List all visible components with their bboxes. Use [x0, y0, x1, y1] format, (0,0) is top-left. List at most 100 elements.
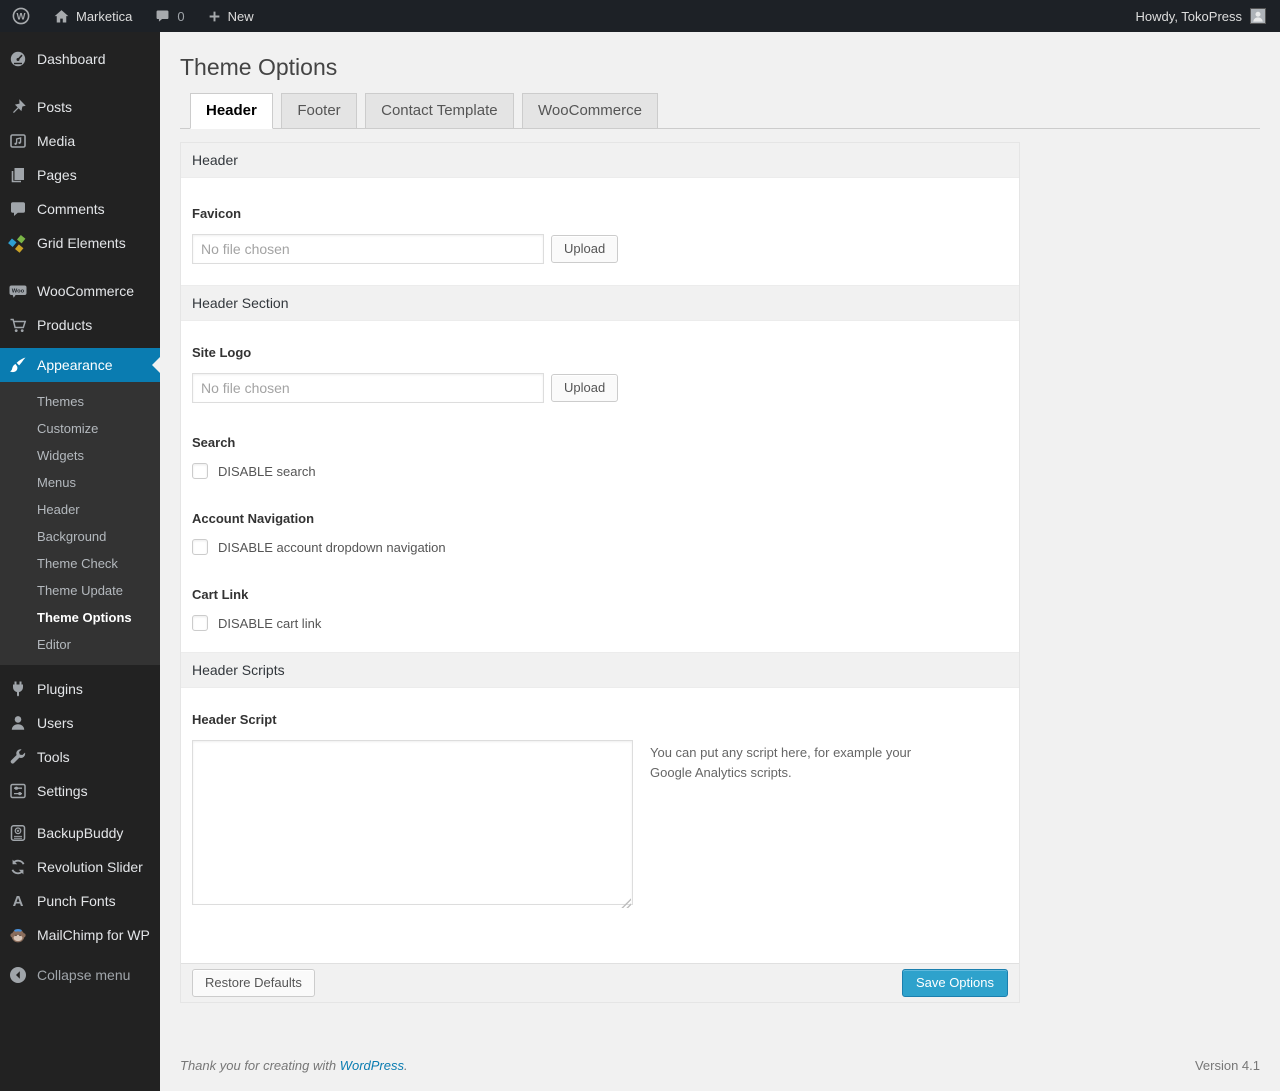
search-label: Search: [192, 435, 236, 450]
howdy-text: Howdy, TokoPress: [1135, 8, 1242, 24]
collapse-arrow-icon: [8, 965, 28, 985]
svg-text:Woo: Woo: [12, 289, 25, 295]
sidebar-item-label: Pages: [37, 167, 77, 183]
site-logo-label: Site Logo: [192, 345, 252, 360]
sidebar-item-products[interactable]: Products: [0, 308, 160, 342]
sidebar-item-tools[interactable]: Tools: [0, 740, 160, 774]
sidebar-item-revolution-slider[interactable]: Revolution Slider: [0, 850, 160, 884]
main-content: Theme Options Header Footer Contact Temp…: [160, 0, 1280, 1003]
sidebar-item-label: Plugins: [37, 681, 83, 697]
sidebar-item-punch-fonts[interactable]: A Punch Fonts: [0, 884, 160, 918]
site-name-link[interactable]: Marketica: [42, 0, 143, 32]
sidebar-item-backupbuddy[interactable]: BackupBuddy: [0, 816, 160, 850]
media-icon: [8, 131, 28, 151]
sidebar-item-label: Tools: [37, 749, 70, 765]
sidebar-item-comments[interactable]: Comments: [0, 192, 160, 226]
submenu-item-background[interactable]: Background: [0, 523, 160, 550]
theme-options-panel: Header Favicon Upload Header Section Sit…: [180, 142, 1020, 1003]
my-account-menu[interactable]: Howdy, TokoPress: [1122, 0, 1280, 32]
sidebar-item-appearance[interactable]: Appearance: [0, 348, 160, 382]
new-content-menu[interactable]: New: [196, 0, 265, 32]
submenu-item-themes[interactable]: Themes: [0, 388, 160, 415]
search-field: Search DISABLE search: [192, 435, 1008, 479]
tab-bar: Header Footer Contact Template WooCommer…: [180, 93, 1260, 129]
sidebar-item-label: BackupBuddy: [37, 825, 124, 841]
submenu-item-header[interactable]: Header: [0, 496, 160, 523]
submenu-item-widgets[interactable]: Widgets: [0, 442, 160, 469]
comments-shortcut[interactable]: 0: [143, 0, 195, 32]
save-options-button[interactable]: Save Options: [901, 969, 1008, 997]
sidebar-item-mailchimp[interactable]: MailChimp for WP: [0, 918, 160, 952]
footer-thanks-period: .: [404, 1058, 408, 1073]
comment-count: 0: [177, 8, 185, 24]
submenu-item-menus[interactable]: Menus: [0, 469, 160, 496]
admin-sidebar: Dashboard Posts Media Pages Comments Gri…: [0, 32, 160, 1091]
sidebar-item-label: Collapse menu: [37, 967, 131, 983]
mailchimp-monkey-icon: [8, 925, 28, 945]
submenu-item-theme-update[interactable]: Theme Update: [0, 577, 160, 604]
sidebar-item-woocommerce[interactable]: Woo WooCommerce: [0, 274, 160, 308]
tab-contact-template[interactable]: Contact Template: [365, 93, 514, 129]
wp-logo-menu[interactable]: W: [0, 0, 42, 32]
sidebar-item-grid-elements[interactable]: Grid Elements: [0, 226, 160, 260]
site-logo-field: Site Logo Upload: [192, 345, 1008, 403]
sidebar-item-settings[interactable]: Settings: [0, 774, 160, 808]
restore-defaults-button[interactable]: Restore Defaults: [192, 969, 315, 997]
section-header-section: Header Section: [181, 285, 1019, 321]
grid-elements-icon: [8, 233, 28, 253]
site-name: Marketica: [76, 8, 133, 24]
sidebar-item-media[interactable]: Media: [0, 124, 160, 158]
favicon-upload-button[interactable]: Upload: [551, 235, 619, 263]
tab-woocommerce[interactable]: WooCommerce: [522, 93, 658, 129]
sidebar-item-plugins[interactable]: Plugins: [0, 672, 160, 706]
pushpin-icon: [8, 97, 28, 117]
disable-cart-link-checkbox[interactable]: [192, 615, 208, 631]
header-script-field: Header Script You can put any script her…: [192, 712, 1008, 910]
header-script-description: You can put any script here, for example…: [650, 745, 912, 781]
disable-cart-link-checkbox-label[interactable]: DISABLE cart link: [218, 616, 321, 631]
sidebar-item-label: WooCommerce: [37, 283, 134, 299]
cart-link-label: Cart Link: [192, 587, 249, 602]
sidebar-item-label: Punch Fonts: [37, 893, 116, 909]
tab-header[interactable]: Header: [190, 93, 273, 129]
user-icon: [8, 713, 28, 733]
header-script-label: Header Script: [192, 712, 277, 727]
favicon-input[interactable]: [192, 234, 544, 264]
appearance-submenu: Themes Customize Widgets Menus Header Ba…: [0, 382, 160, 665]
header-script-textarea[interactable]: [192, 740, 633, 905]
submenu-item-customize[interactable]: Customize: [0, 415, 160, 442]
pages-icon: [8, 165, 28, 185]
sidebar-item-dashboard[interactable]: Dashboard: [0, 42, 160, 76]
account-navigation-field: Account Navigation DISABLE account dropd…: [192, 511, 1008, 555]
footer-thanks: Thank you for creating with WordPress.: [180, 1058, 408, 1073]
section-header: Header: [181, 143, 1019, 178]
dashboard-icon: [8, 49, 28, 69]
new-label: New: [227, 8, 254, 24]
cart-link-field: Cart Link DISABLE cart link: [192, 587, 1008, 631]
site-logo-upload-button[interactable]: Upload: [551, 374, 619, 402]
sidebar-item-users[interactable]: Users: [0, 706, 160, 740]
woocommerce-badge-icon: Woo: [8, 281, 28, 301]
sidebar-item-posts[interactable]: Posts: [0, 90, 160, 124]
disable-search-checkbox[interactable]: [192, 463, 208, 479]
sidebar-item-label: Dashboard: [37, 51, 106, 67]
submenu-item-editor[interactable]: Editor: [0, 631, 160, 658]
wordpress-link[interactable]: WordPress: [340, 1058, 404, 1073]
letter-a-icon: A: [12, 892, 24, 910]
sidebar-item-label: Users: [37, 715, 74, 731]
wordpress-admin: W Marketica 0 New Howdy, TokoPress Dashb…: [0, 0, 1280, 1091]
appearance-brush-icon: [8, 355, 28, 375]
comments-icon: [8, 199, 28, 219]
submenu-item-theme-check[interactable]: Theme Check: [0, 550, 160, 577]
avatar: [1250, 8, 1266, 24]
sidebar-item-pages[interactable]: Pages: [0, 158, 160, 192]
tab-footer[interactable]: Footer: [281, 93, 357, 129]
sidebar-item-label: Posts: [37, 99, 73, 115]
disable-account-nav-checkbox[interactable]: [192, 539, 208, 555]
site-logo-input[interactable]: [192, 373, 544, 403]
disable-account-nav-checkbox-label[interactable]: DISABLE account dropdown navigation: [218, 540, 446, 555]
submenu-item-theme-options[interactable]: Theme Options: [0, 604, 160, 631]
cart-icon: [8, 315, 28, 335]
disable-search-checkbox-label[interactable]: DISABLE search: [218, 464, 316, 479]
collapse-menu-button[interactable]: Collapse menu: [0, 958, 160, 992]
